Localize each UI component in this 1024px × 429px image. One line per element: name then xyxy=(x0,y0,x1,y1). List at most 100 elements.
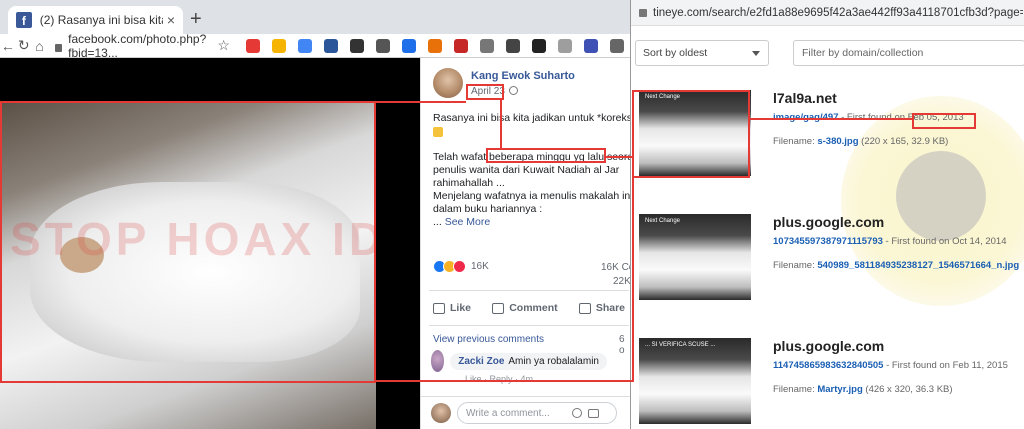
tab-title: (2) Rasanya ini bisa kita jadikan xyxy=(39,13,163,27)
result-filename-line: Filename: 540989_581184935238127_1546571… xyxy=(773,260,1019,271)
comment-button[interactable]: Comment xyxy=(488,302,561,314)
avatar[interactable] xyxy=(431,350,445,372)
first-found-prefix: - First found on xyxy=(838,112,908,123)
address-bar: tineye.com/search/e2fd1a88e9695f42a3ae44… xyxy=(631,0,1024,26)
post-line: penulis wanita dari Kuwait Nadiah al Jar xyxy=(433,164,620,176)
url-field[interactable]: facebook.com/photo.php?fbid=13... xyxy=(51,32,209,60)
back-icon[interactable]: ← xyxy=(0,38,16,54)
avatar[interactable] xyxy=(433,68,463,98)
post-line: Telah wafat beberapa minggu yg lalu seor… xyxy=(433,151,630,163)
view-previous-comments-link[interactable]: View previous comments xyxy=(433,334,544,345)
result-thumbnail[interactable]: Next Change xyxy=(639,90,751,176)
new-tab-button[interactable]: + xyxy=(190,8,202,31)
share-button[interactable]: Share xyxy=(575,302,629,314)
screenshot-root: f (2) Rasanya ini bisa kita jadikan × + … xyxy=(0,0,1024,429)
post-line: dalam buku hariannya : xyxy=(433,203,543,215)
result-item: Next Change plus.google.com 107345597387… xyxy=(631,214,1024,314)
thumbnail-caption: ... SI VERIFICA SCUSE ... xyxy=(645,342,716,348)
result-filename-line: Filename: Martyr.jpg (426 x 320, 36.3 KB… xyxy=(773,384,953,395)
reaction-count: 16K xyxy=(471,261,489,272)
extension-icon[interactable] xyxy=(245,38,260,53)
extension-icon[interactable] xyxy=(583,38,598,53)
post-text: Rasanya ini bisa kita jadikan untuk *kor… xyxy=(433,112,630,229)
bookmark-star-icon[interactable]: ☆ xyxy=(217,37,230,54)
like-icon xyxy=(433,302,445,314)
comments-count[interactable]: 16K Co xyxy=(601,262,630,273)
extension-icon[interactable] xyxy=(609,38,624,53)
comment-meta[interactable]: Like · Reply · 4m xyxy=(465,374,533,384)
extension-icon[interactable] xyxy=(297,38,312,53)
write-comment-input[interactable]: Write a comment... xyxy=(457,402,617,424)
avatar xyxy=(431,403,451,423)
filename-link[interactable]: s-380.jpg xyxy=(817,136,858,147)
first-found-date: Oct 14, 2014 xyxy=(952,236,1007,247)
watermark: STOP HOAX ID xyxy=(10,213,376,265)
emoji-icon[interactable] xyxy=(571,408,582,418)
sort-select[interactable]: Sort by oldest xyxy=(635,40,769,66)
result-found-line: 107345597387971115793 - First found on O… xyxy=(773,236,1006,247)
result-link[interactable]: image/gag/497 xyxy=(773,112,838,123)
filter-placeholder: Filter by domain/collection xyxy=(802,47,924,59)
lock-icon xyxy=(639,8,647,17)
result-thumbnail[interactable]: ... SI VERIFICA SCUSE ... xyxy=(639,338,751,424)
post-line: rahimahallah ... xyxy=(433,177,505,189)
reload-icon[interactable]: ↻ xyxy=(16,37,32,54)
results-controls: Sort by oldest Filter by domain/collecti… xyxy=(635,40,1024,66)
post-actions: Like Comment Share xyxy=(429,290,629,326)
extension-icon[interactable] xyxy=(271,38,286,53)
comment-text: Amin ya robalalamin xyxy=(508,355,599,367)
result-thumbnail[interactable]: Next Change xyxy=(639,214,751,300)
result-found-line: image/gag/497 - First found on Feb 05, 2… xyxy=(773,112,964,123)
close-icon[interactable]: × xyxy=(167,12,175,28)
post-panel: Kang Ewok Suharto April 23 Rasanya ini b… xyxy=(420,58,630,429)
extension-icon[interactable] xyxy=(401,38,416,53)
comment-body: Zacki Zoe Amin ya robalalamin xyxy=(450,352,607,370)
url-text[interactable]: tineye.com/search/e2fd1a88e9695f42a3ae44… xyxy=(653,7,1023,19)
result-link[interactable]: 107345597387971115793 xyxy=(773,236,883,247)
like-button[interactable]: Like xyxy=(429,302,475,314)
first-found-prefix: - First found on xyxy=(883,360,953,371)
extension-icon[interactable] xyxy=(557,38,572,53)
filename-link[interactable]: 540989_581184935238127_1546571664_n.jpg xyxy=(817,260,1019,271)
address-bar: ← ↻ ⌂ facebook.com/photo.php?fbid=13... … xyxy=(0,32,630,60)
result-domain[interactable]: plus.google.com xyxy=(773,338,884,354)
post-photo[interactable]: STOP HOAX ID xyxy=(0,102,376,429)
result-filename-line: Filename: s-380.jpg (220 x 165, 32.9 KB) xyxy=(773,136,948,147)
lock-icon xyxy=(55,43,63,52)
extension-icon[interactable] xyxy=(531,38,546,53)
file-size: (220 x 165, 32.9 KB) xyxy=(858,136,949,147)
tab-bar: f (2) Rasanya ini bisa kita jadikan × + xyxy=(0,0,630,34)
facebook-tab[interactable]: f (2) Rasanya ini bisa kita jadikan × xyxy=(8,6,183,34)
see-more-link[interactable]: See More xyxy=(445,216,491,228)
filename-link[interactable]: Martyr.jpg xyxy=(817,384,862,395)
reactions-summary[interactable]: 16K xyxy=(433,260,489,273)
post-author[interactable]: Kang Ewok Suharto xyxy=(471,70,575,82)
filter-input[interactable]: Filter by domain/collection xyxy=(793,40,1024,66)
commenter-name[interactable]: Zacki Zoe xyxy=(458,356,504,367)
write-comment-row: Write a comment... xyxy=(421,396,630,429)
thumbnail-caption: Next Change xyxy=(645,218,681,224)
chevron-down-icon xyxy=(752,51,760,56)
thumbnail-caption: Next Change xyxy=(645,94,681,100)
result-domain[interactable]: plus.google.com xyxy=(773,214,884,230)
extension-icon[interactable] xyxy=(427,38,442,53)
facebook-window: f (2) Rasanya ini bisa kita jadikan × + … xyxy=(0,0,630,429)
first-found-date: Feb 05, 2013 xyxy=(907,112,964,123)
first-found-prefix: - First found on xyxy=(882,236,953,247)
photo-viewer: STOP HOAX ID xyxy=(0,58,420,429)
extension-icon[interactable] xyxy=(479,38,494,53)
result-domain[interactable]: l7al9a.net xyxy=(773,90,837,106)
extension-icon[interactable] xyxy=(375,38,390,53)
globe-icon xyxy=(509,86,518,95)
home-icon[interactable]: ⌂ xyxy=(32,38,48,54)
shares-count[interactable]: 22K xyxy=(613,276,630,287)
camera-icon[interactable] xyxy=(587,408,599,418)
extension-icon[interactable] xyxy=(323,38,338,53)
extension-icon[interactable] xyxy=(505,38,520,53)
extension-icon[interactable] xyxy=(453,38,468,53)
extensions-row xyxy=(240,38,630,53)
result-link[interactable]: 114745865983632840505 xyxy=(773,360,883,371)
extension-icon[interactable] xyxy=(349,38,364,53)
post-date[interactable]: April 23 xyxy=(471,86,505,97)
comment: Zacki Zoe Amin ya robalalamin xyxy=(431,350,607,372)
